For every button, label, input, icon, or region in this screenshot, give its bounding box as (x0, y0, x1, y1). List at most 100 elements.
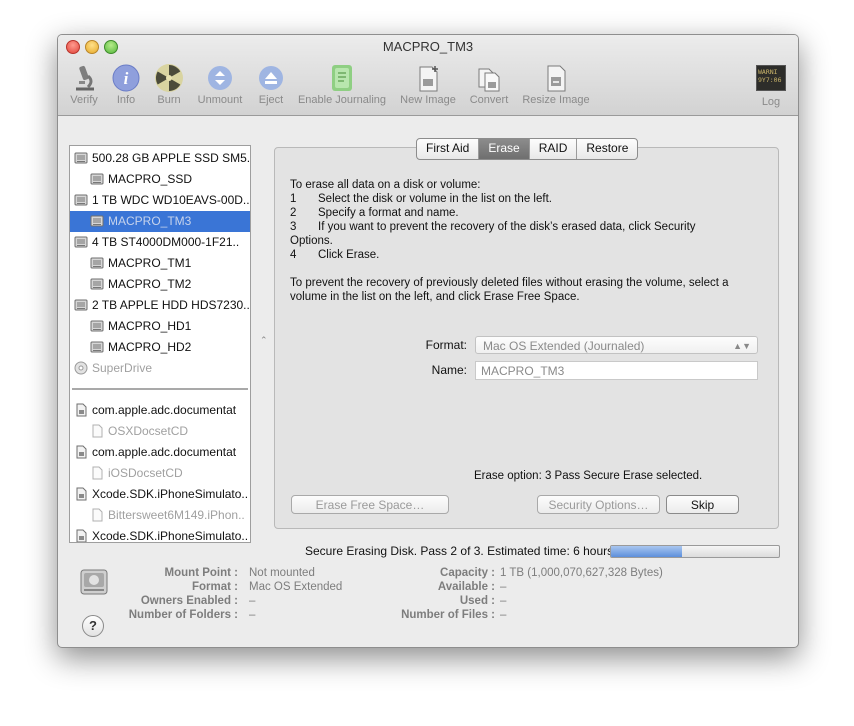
sidebar-item[interactable]: MACPRO_TM3 (70, 211, 250, 232)
log-label: Log (761, 96, 781, 108)
journal-icon (332, 65, 352, 91)
security-options-button[interactable]: Security Options… (537, 495, 660, 514)
sidebar-item-label: SuperDrive (92, 361, 153, 375)
erase-option-text: Erase option: 3 Pass Secure Erase select… (474, 470, 703, 482)
format-label: Format: (425, 338, 467, 352)
step-4: 4 Click Erase. (290, 248, 379, 262)
sidebar-item[interactable]: com.apple.adc.documentat (70, 442, 250, 463)
sidebar-divider (72, 388, 248, 390)
sidebar-item-label: 500.28 GB APPLE SSD SM5.. (92, 151, 250, 165)
step-2: 2 Specify a format and name. (290, 206, 459, 220)
sidebar-item-label: 1 TB WDC WD10EAVS-00D.. (92, 193, 250, 207)
disk-image-icon (74, 487, 88, 501)
resize-image-label: Resize Image (522, 94, 590, 106)
sidebar-item-label: com.apple.adc.documentat (92, 403, 237, 417)
disk-utility-window: MACPRO_TM3 Verify i Info Burn Unmount Ej… (57, 34, 799, 648)
convert-button[interactable]: Convert (464, 63, 514, 109)
sidebar-item[interactable]: Xcode.SDK.iPhoneSimulato.. (70, 484, 250, 505)
help-button[interactable]: ? (82, 615, 104, 637)
format-select[interactable]: Mac OS Extended (Journaled) ▲▼ (475, 336, 758, 354)
sidebar-item-label: MACPRO_HD2 (108, 340, 192, 354)
step-3-number: 3 (290, 221, 297, 233)
step-3-text: If you want to prevent the recovery of t… (318, 221, 696, 233)
microscope-icon (76, 65, 94, 91)
eject-button[interactable]: Eject (253, 63, 289, 109)
step-2-number: 2 (290, 207, 297, 219)
sidebar-item[interactable]: Bittersweet6M149.iPhon.. (70, 505, 250, 526)
step-3: 3 If you want to prevent the recovery of … (290, 220, 696, 234)
sidebar-item[interactable]: 4 TB ST4000DM000-1F21.. (70, 232, 250, 253)
burn-button[interactable]: Burn (151, 63, 187, 109)
splitter-handle[interactable]: ⌃ (260, 335, 268, 346)
resize-image-icon (547, 65, 566, 92)
sidebar-item[interactable]: MACPRO_SSD (70, 169, 250, 190)
enable-journaling-label: Enable Journaling (297, 94, 387, 106)
number-of-folders-value: – (249, 609, 256, 621)
progress-fill (611, 546, 682, 557)
erase-progress-bar (610, 545, 780, 558)
eject-icon (259, 66, 283, 90)
used-key: Used : (459, 595, 495, 607)
info-label: Info (116, 94, 136, 106)
tab-restore[interactable]: Restore (577, 139, 637, 159)
step-4-text: Click Erase. (318, 249, 380, 261)
sidebar-item[interactable]: 2 TB APPLE HDD HDS7230.. (70, 295, 250, 316)
status-text: Secure Erasing Disk. Pass 2 of 3. Estima… (305, 544, 614, 558)
sidebar-item[interactable]: OSXDocsetCD (70, 421, 250, 442)
new-image-button[interactable]: New Image (396, 63, 460, 109)
sidebar-item[interactable]: MACPRO_TM1 (70, 253, 250, 274)
device-sidebar[interactable]: 500.28 GB APPLE SSD SM5.. MACPRO_SSD 1 TB … (69, 145, 251, 543)
resize-image-button[interactable]: Resize Image (518, 63, 594, 109)
verify-label: Verify (70, 94, 98, 106)
chevron-updown-icon: ▲▼ (733, 341, 751, 351)
mount-point-value: Not mounted (249, 567, 315, 579)
sidebar-item[interactable]: 1 TB WDC WD10EAVS-00D.. (70, 190, 250, 211)
sidebar-item-label: MACPRO_TM2 (108, 277, 192, 291)
sidebar-item[interactable]: SuperDrive (70, 358, 250, 379)
hard-disk-icon (90, 172, 104, 186)
hard-disk-icon (90, 277, 104, 291)
sidebar-item[interactable]: MACPRO_TM2 (70, 274, 250, 295)
name-label: Name: (431, 363, 467, 377)
new-image-label: New Image (400, 94, 456, 106)
optical-drive-icon (74, 361, 88, 375)
sidebar-item[interactable]: com.apple.adc.documentat (70, 400, 250, 421)
tab-first-aid[interactable]: First Aid (417, 139, 480, 159)
capacity-key: Capacity : (440, 567, 495, 579)
sidebar-item-label: MACPRO_HD1 (108, 319, 192, 333)
convert-label: Convert (469, 94, 509, 106)
format-key: Format : (192, 581, 238, 593)
mounted-image-icon (90, 424, 104, 438)
erase-free-space-button[interactable]: Erase Free Space… (291, 495, 449, 514)
step-4-number: 4 (290, 249, 297, 261)
skip-button[interactable]: Skip (666, 495, 739, 514)
verify-button[interactable]: Verify (64, 63, 104, 109)
log-button[interactable]: WARNI 9Y7:06 Log (754, 63, 788, 109)
step-1-number: 1 (290, 193, 297, 205)
available-value: – (500, 581, 507, 593)
mount-point-key: Mount Point : (164, 567, 238, 579)
erase-intro: To erase all data on a disk or volume: (290, 179, 481, 191)
owners-enabled-key: Owners Enabled : (140, 595, 238, 607)
sidebar-item[interactable]: Xcode.SDK.iPhoneSimulato.. (70, 526, 250, 542)
disk-image-icon (74, 529, 88, 542)
tab-raid[interactable]: RAID (530, 139, 578, 159)
sidebar-item-label: 2 TB APPLE HDD HDS7230.. (92, 298, 250, 312)
disk-image-icon (74, 445, 88, 459)
burn-label: Burn (157, 94, 181, 106)
sidebar-item[interactable]: MACPRO_HD1 (70, 316, 250, 337)
enable-journaling-button[interactable]: Enable Journaling (294, 63, 390, 109)
number-of-files-value: – (500, 609, 507, 621)
sidebar-item-label: iOSDocsetCD (108, 466, 183, 480)
sidebar-item[interactable]: 500.28 GB APPLE SSD SM5.. (70, 148, 250, 169)
step-1: 1 Select the disk or volume in the list o… (290, 192, 552, 206)
unmount-button[interactable]: Unmount (192, 63, 248, 109)
owners-enabled-value: – (249, 595, 256, 607)
number-of-folders-key: Number of Folders : (128, 609, 238, 621)
sidebar-item[interactable]: iOSDocsetCD (70, 463, 250, 484)
hard-disk-icon (74, 235, 88, 249)
sidebar-item[interactable]: MACPRO_HD2 (70, 337, 250, 358)
name-field[interactable]: MACPRO_TM3 (475, 361, 758, 380)
info-button[interactable]: i Info (108, 63, 144, 109)
tab-erase[interactable]: Erase (479, 139, 530, 159)
